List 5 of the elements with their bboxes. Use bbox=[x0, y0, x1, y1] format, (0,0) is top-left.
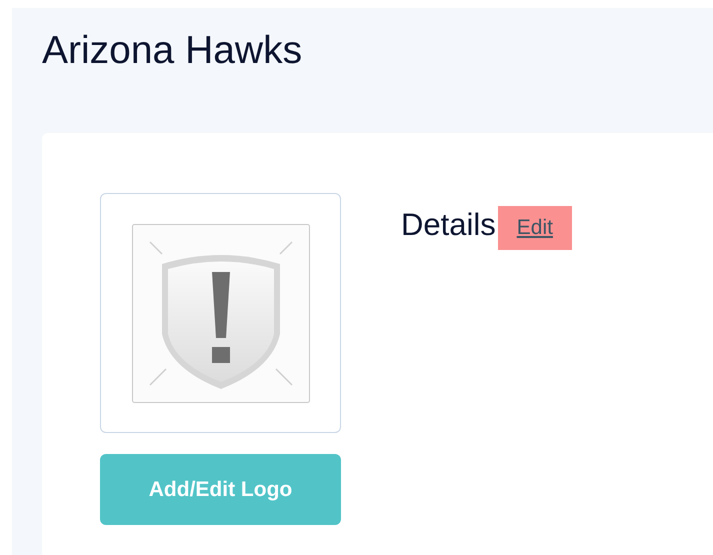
details-heading: Details bbox=[401, 209, 496, 240]
shield-warning-icon bbox=[132, 224, 310, 402]
edit-link[interactable]: Edit bbox=[498, 206, 572, 250]
page-title: Arizona Hawks bbox=[42, 28, 304, 74]
add-edit-logo-button[interactable]: Add/Edit Logo bbox=[100, 454, 341, 525]
